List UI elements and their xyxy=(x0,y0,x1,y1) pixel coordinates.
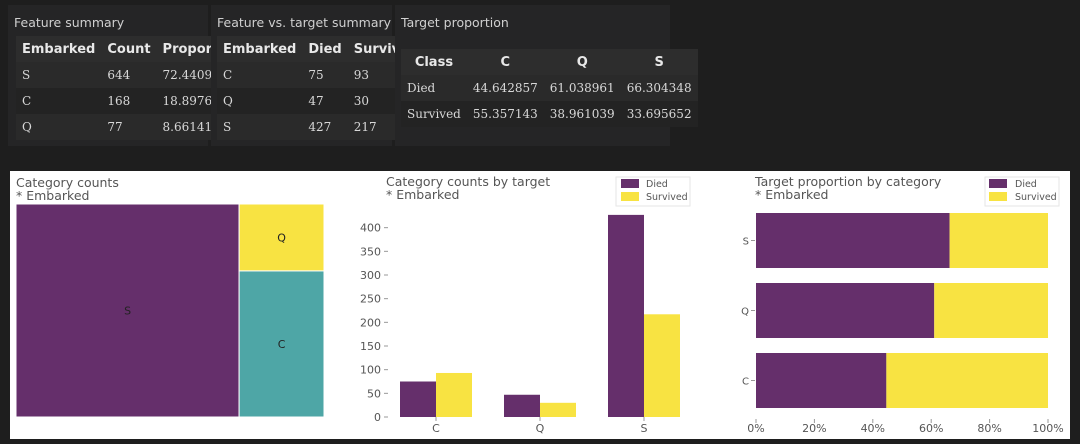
feature-vs-target-panel: Feature vs. target summary Embarked Died S… xyxy=(211,5,425,146)
table-cell: Q xyxy=(16,114,102,140)
table-cell: 77 xyxy=(101,114,157,140)
table-cell: C xyxy=(16,88,102,114)
x-tick-label: 60% xyxy=(919,422,943,435)
proportion-chart-subtitle: * Embarked xyxy=(755,187,828,202)
column-header: Embarked xyxy=(217,36,303,62)
legend-label-survived: Survived xyxy=(1015,192,1057,203)
table-row: Died 44.642857 61.038961 66.304348 xyxy=(401,75,698,101)
table-cell: 33.695652 xyxy=(620,101,698,127)
y-tick-label: 100 xyxy=(360,364,381,377)
target-proportion-title: Target proportion xyxy=(401,15,509,30)
y-tick-label: 350 xyxy=(360,245,381,258)
feature-vs-target-table: Embarked Died Survived C 75 93 Q 47 30 S 427 217 xyxy=(217,36,425,140)
y-tick-label: 50 xyxy=(367,387,381,400)
legend-swatch-survived xyxy=(621,192,639,201)
table-cell: S xyxy=(16,62,102,88)
table-cell: 168 xyxy=(101,88,157,114)
column-header: Class xyxy=(401,49,467,75)
table-cell: 66.304348 xyxy=(620,75,698,101)
target-proportion-panel: Target proportion Class C Q S Died 44.642857 6… xyxy=(395,5,698,146)
y-tick-label: S xyxy=(743,237,749,248)
table-cell: 38.961039 xyxy=(543,101,621,127)
bar-died-C xyxy=(756,353,887,408)
x-tick-label: 40% xyxy=(861,422,885,435)
bar-chart-legend: Died Survived xyxy=(615,176,691,207)
x-tick-label: Q xyxy=(536,422,545,435)
proportion-bar-chart: Target proportion by category * Embarked… xyxy=(741,174,1064,435)
table-cell: 427 xyxy=(302,114,348,140)
bar-died-Q xyxy=(504,394,540,417)
target-proportion-table: Class C Q S Died 44.642857 61.038961 66.304348 S… xyxy=(401,49,698,127)
treemap-chart: Category counts * Embarked SQC xyxy=(15,175,325,418)
y-tick-label: 0 xyxy=(374,411,381,424)
x-tick-label: 80% xyxy=(977,422,1001,435)
table-cell: 47 xyxy=(302,88,348,114)
table-cell: Died xyxy=(401,75,467,101)
table-row: Q 47 30 xyxy=(217,88,425,114)
legend-label-survived: Survived xyxy=(646,192,688,203)
table-cell: 75 xyxy=(302,62,348,88)
proportion-chart-legend: Died Survived xyxy=(984,176,1060,207)
table-cell: S xyxy=(217,114,303,140)
treemap-label: S xyxy=(124,305,131,318)
column-header: S xyxy=(620,49,698,75)
bar-chart-subtitle: * Embarked xyxy=(386,187,459,202)
table-cell: 644 xyxy=(101,62,157,88)
feature-vs-target-title: Feature vs. target summary xyxy=(217,15,392,30)
x-tick-label: 20% xyxy=(802,422,826,435)
legend-swatch-survived xyxy=(989,192,1007,201)
x-tick-label: 100% xyxy=(1032,422,1063,435)
feature-summary-title: Feature summary xyxy=(14,15,125,30)
y-tick-label: 250 xyxy=(360,293,381,306)
treemap-label: C xyxy=(278,338,286,351)
bar-survived-C xyxy=(436,372,472,417)
legend-label-died: Died xyxy=(646,179,668,190)
x-tick-label: S xyxy=(641,422,648,435)
legend-swatch-died xyxy=(621,179,639,188)
y-tick-label: C xyxy=(742,377,749,388)
table-row: C 75 93 xyxy=(217,62,425,88)
y-tick-label: 300 xyxy=(360,269,381,282)
table-cell: 44.642857 xyxy=(466,75,544,101)
treemap-label: Q xyxy=(277,231,286,244)
column-header: C xyxy=(466,49,544,75)
column-header: Died xyxy=(302,36,348,62)
y-tick-label: 150 xyxy=(360,340,381,353)
table-cell: 55.357143 xyxy=(466,101,544,127)
legend-label-died: Died xyxy=(1015,179,1037,190)
x-tick-label: C xyxy=(432,422,440,435)
bar-died-Q xyxy=(756,283,935,338)
table-cell: Q xyxy=(217,88,303,114)
bar-died-S xyxy=(756,213,950,268)
table-cell: Survived xyxy=(401,101,467,127)
bar-survived-S xyxy=(949,213,1048,268)
table-cell: 61.038961 xyxy=(543,75,621,101)
table-row: S 427 217 xyxy=(217,114,425,140)
column-header: Embarked xyxy=(16,36,102,62)
table-cell: C xyxy=(217,62,303,88)
y-tick-label: 400 xyxy=(360,222,381,235)
bar-survived-Q xyxy=(934,283,1048,338)
y-tick-label: Q xyxy=(741,307,749,318)
plots-area: Category counts * Embarked SQC Category … xyxy=(10,171,1070,439)
grouped-bar-chart: Category counts by target * Embarked 050… xyxy=(360,174,691,435)
y-tick-label: 200 xyxy=(360,316,381,329)
bar-died-C xyxy=(400,381,436,417)
legend-swatch-died xyxy=(989,179,1007,188)
bar-survived-C xyxy=(886,353,1048,408)
bar-survived-Q xyxy=(540,402,576,417)
bar-survived-S xyxy=(644,314,680,417)
treemap-subtitle: * Embarked xyxy=(16,188,89,203)
x-tick-label: 0% xyxy=(747,422,764,435)
table-row: Survived 55.357143 38.961039 33.695652 xyxy=(401,101,698,127)
feature-summary-panel: Feature summary Embarked Count Proportion S… xyxy=(8,5,247,146)
column-header: Q xyxy=(543,49,621,75)
bar-died-S xyxy=(608,214,644,417)
column-header: Count xyxy=(101,36,157,62)
